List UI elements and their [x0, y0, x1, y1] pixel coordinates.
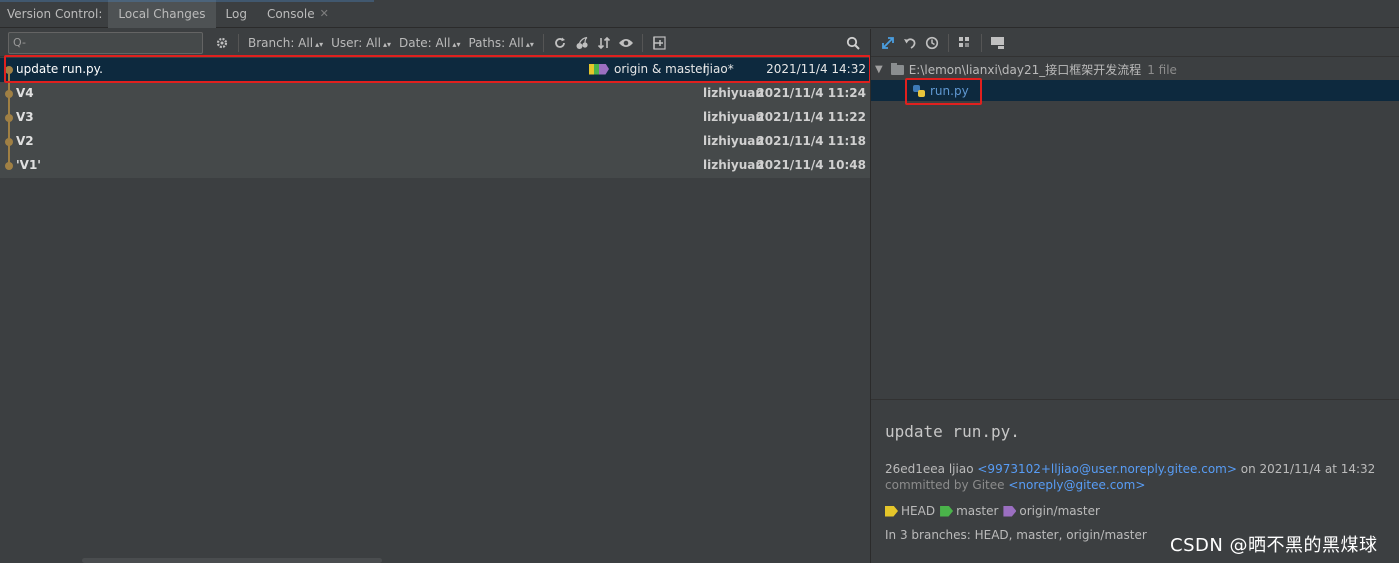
search-input-placeholder: Q-: [13, 36, 26, 49]
changes-tree: ▼ E:\lemon\lianxi\day21_接口框架开发流程 1 file …: [871, 59, 1399, 101]
commit-subject: 'V1': [16, 158, 41, 172]
tab-local-changes[interactable]: Local Changes: [108, 0, 216, 28]
folder-path: E:\lemon\lianxi\day21_接口框架开发流程: [908, 63, 1142, 77]
branch-filter-label: Branch: All: [248, 35, 314, 50]
diff-icon[interactable]: [877, 32, 899, 54]
group-by-icon[interactable]: [954, 32, 976, 54]
gear-icon[interactable]: [211, 32, 233, 54]
details-committer-line: committed by Gitee <noreply@gitee.com>: [885, 478, 1399, 492]
horizontal-scrollbar[interactable]: [82, 558, 382, 563]
commit-date: 2021/11/4 11:24: [756, 86, 866, 100]
badge-head: HEAD: [901, 504, 936, 518]
commit-author: ljiao*: [703, 62, 734, 76]
tab-console-label: Console: [266, 6, 315, 21]
commit-author: lizhiyuan: [703, 158, 764, 172]
author-email-link[interactable]: <9973102+lljiao@user.noreply.gitee.com>: [977, 462, 1237, 476]
details-hash-author: 26ed1eea ljiao: [885, 462, 974, 476]
tab-log[interactable]: Log: [216, 0, 257, 28]
file-name: run.py: [930, 83, 969, 98]
file-node[interactable]: run.py: [871, 80, 1399, 101]
eye-icon[interactable]: [615, 32, 637, 54]
new-branch-icon[interactable]: [648, 32, 670, 54]
watermark: CSDN @晒不黑的黑煤球: [1170, 535, 1378, 556]
tag-icon: [940, 505, 954, 517]
details-committed-by: committed by Gitee: [885, 478, 1005, 492]
commit-date: 2021/11/4 11:18: [756, 134, 866, 148]
file-count: 1 file: [1147, 62, 1177, 77]
commit-author: lizhiyuan: [703, 134, 764, 148]
commit-list: update run.py. origin & master ljiao* 20…: [0, 58, 870, 178]
ref-badges: HEAD master origin/master: [885, 504, 1399, 518]
chevron-down-icon[interactable]: ▼: [875, 64, 883, 75]
details-author-line: 26ed1eea ljiao <9973102+lljiao@user.nore…: [885, 462, 1399, 476]
search-input[interactable]: Q-: [8, 31, 203, 54]
date-filter[interactable]: Date: All ▴▾: [395, 36, 464, 50]
graph-node: [5, 162, 13, 170]
updown-arrow-icon: ▴▾: [452, 39, 461, 49]
graph-node: [5, 90, 13, 98]
commit-row[interactable]: 'V1' lizhiyuan 2021/11/4 10:48: [0, 154, 870, 178]
version-control-label: Version Control:: [7, 6, 103, 21]
commit-date: 2021/11/4 11:22: [756, 110, 866, 124]
badge-origin-master: origin/master: [1019, 504, 1100, 518]
commit-row[interactable]: update run.py. origin & master ljiao* 20…: [0, 58, 870, 82]
sort-icon[interactable]: [593, 32, 615, 54]
commit-subject: V4: [16, 86, 34, 100]
tabbar-accent-line: [0, 0, 374, 2]
commit-subject: update run.py.: [16, 62, 103, 76]
search-icon[interactable]: [842, 32, 864, 54]
user-filter-label: User: All: [331, 35, 381, 50]
toolbar-separator: [542, 33, 544, 52]
commit-row[interactable]: V2 lizhiyuan 2021/11/4 11:18: [0, 130, 870, 154]
commit-subject: V2: [16, 134, 34, 148]
commit-subject: V3: [16, 110, 34, 124]
folder-icon: [890, 62, 904, 75]
tab-console[interactable]: Console ✕: [257, 0, 339, 28]
revert-icon[interactable]: [899, 32, 921, 54]
graph-node: [5, 138, 13, 146]
commit-refs-label: origin & master: [614, 62, 708, 76]
tag-icon: [589, 63, 609, 75]
committer-email-link[interactable]: <noreply@gitee.com>: [1008, 478, 1145, 492]
commit-date: 2021/11/4 14:32: [766, 62, 866, 76]
commit-row[interactable]: V4 lizhiyuan 2021/11/4 11:24: [0, 82, 870, 106]
log-pane: Q- Branch: All ▴▾ User: All ▴▾ Date: All ▴▾…: [0, 29, 870, 563]
close-icon[interactable]: ✕: [320, 7, 329, 20]
updown-arrow-icon: ▴▾: [382, 39, 391, 49]
commit-row[interactable]: V3 lizhiyuan 2021/11/4 11:22: [0, 106, 870, 130]
tool-window-tabbar: Version Control: Local Changes Log Conso…: [0, 0, 1399, 28]
preview-icon[interactable]: [987, 32, 1009, 54]
toolbar-separator: [948, 33, 949, 52]
tag-icon: [1003, 505, 1017, 517]
commit-date: 2021/11/4 10:48: [756, 158, 866, 172]
history-icon[interactable]: [921, 32, 943, 54]
updown-arrow-icon: ▴▾: [525, 39, 534, 49]
toolbar-separator: [981, 33, 982, 52]
updown-arrow-icon: ▴▾: [315, 39, 324, 49]
details-date: on 2021/11/4 at 14:32: [1240, 462, 1376, 476]
commit-author: lizhiyuan: [703, 86, 764, 100]
python-file-icon: [913, 84, 925, 97]
commit-author: lizhiyuan: [703, 110, 764, 124]
toolbar-separator: [238, 33, 239, 52]
changes-pane: ▼ E:\lemon\lianxi\day21_接口框架开发流程 1 file …: [871, 29, 1399, 563]
details-subject: update run.py.: [885, 422, 1020, 441]
log-toolbar: Q- Branch: All ▴▾ User: All ▴▾ Date: All ▴▾…: [0, 29, 870, 57]
paths-filter[interactable]: Paths: All ▴▾: [464, 36, 537, 50]
graph-node: [5, 66, 13, 74]
refresh-icon[interactable]: [549, 32, 571, 54]
changes-toolbar: [871, 29, 1399, 57]
folder-node[interactable]: ▼ E:\lemon\lianxi\day21_接口框架开发流程 1 file: [871, 59, 1399, 80]
date-filter-label: Date: All: [399, 35, 451, 50]
branch-filter[interactable]: Branch: All ▴▾: [244, 36, 327, 50]
paths-filter-label: Paths: All: [468, 35, 524, 50]
badge-master: master: [956, 504, 999, 518]
cherry-pick-icon[interactable]: [571, 32, 593, 54]
user-filter[interactable]: User: All ▴▾: [327, 36, 395, 50]
commit-refs: origin & master: [589, 62, 707, 76]
graph-node: [5, 114, 13, 122]
tag-icon: [885, 505, 898, 517]
toolbar-separator: [641, 33, 643, 52]
